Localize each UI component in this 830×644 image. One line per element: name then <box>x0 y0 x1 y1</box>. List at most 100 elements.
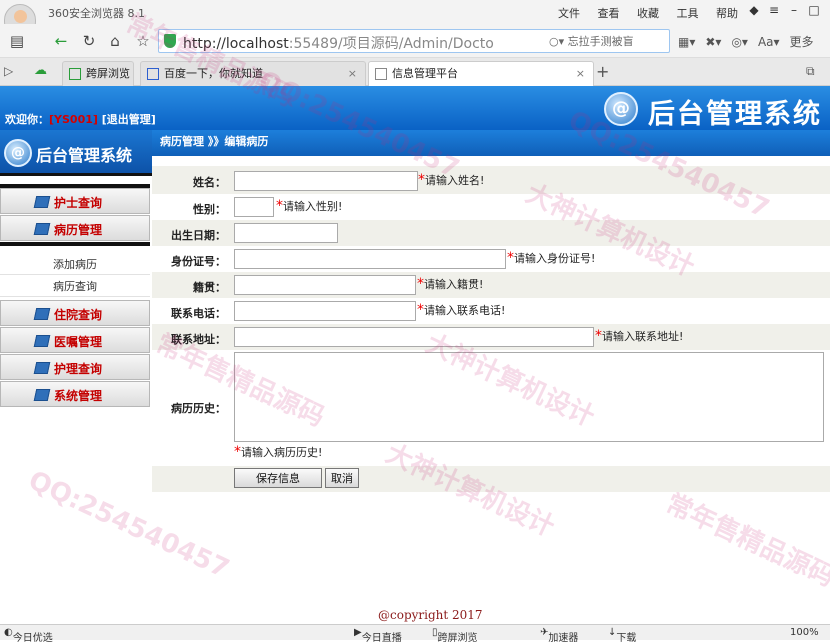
book-icon <box>33 362 51 374</box>
name-hint: *请输入姓名! <box>418 172 484 188</box>
username: [YS001] <box>49 113 98 126</box>
tab-cross-screen[interactable]: 跨屏浏览 <box>62 61 134 86</box>
sidebar-item-system[interactable]: 系统管理 <box>0 381 150 407</box>
restore-tab-icon[interactable]: ⧉ <box>806 64 815 79</box>
book-icon <box>33 335 51 347</box>
address-label: 联系地址： <box>171 333 226 346</box>
tab-baidu[interactable]: 百度一下，你就知道 × <box>140 61 366 86</box>
birth-input[interactable] <box>234 223 338 243</box>
menu-view[interactable]: 查看 <box>598 7 620 20</box>
phone-hint: *请输入联系电话! <box>417 302 505 318</box>
tab-bar: ▷ ☁ 跨屏浏览 百度一下，你就知道 × 信息管理平台 × + ⧉ <box>0 58 830 86</box>
menu-tools[interactable]: 工具 <box>677 7 699 20</box>
minimize-icon[interactable]: – <box>784 3 804 17</box>
tab-label: 百度一下，你就知道 <box>164 67 263 80</box>
address-hint: *请输入联系地址! <box>595 328 683 344</box>
sidebar-item-label: 系统管理 <box>54 389 103 403</box>
maximize-icon[interactable]: □ <box>804 3 824 17</box>
save-button[interactable]: 保存信息 <box>234 468 322 488</box>
logout-link[interactable]: [退出管理] <box>102 113 156 126</box>
refresh-icon[interactable]: ↻ <box>78 30 100 52</box>
search-hint[interactable]: ○▾ 忘拉手测被盲 <box>549 33 634 49</box>
name-label: 姓名： <box>193 176 226 189</box>
sidebar-sub-add-record[interactable]: 添加病历 <box>0 255 150 275</box>
book-icon <box>33 389 51 401</box>
birth-label: 出生日期： <box>171 229 226 242</box>
phone-input[interactable] <box>234 301 416 321</box>
sidebar: @ 后台管理系统 护士查询 病历管理 添加病历 病历查询 住院查询 医嘱管理 护… <box>0 130 152 610</box>
gender-hint-text: 请输入性别! <box>283 200 343 213</box>
name-hint-text: 请输入姓名! <box>425 174 485 187</box>
sidebar-logo-title: 后台管理系统 <box>36 146 133 165</box>
cancel-button[interactable]: 取消 <box>325 468 359 488</box>
system-logo-icon: @ <box>4 139 32 167</box>
star-icon[interactable]: ☆ <box>132 30 154 52</box>
sidebar-item-label: 医嘱管理 <box>54 335 103 349</box>
menu-favorites[interactable]: 收藏 <box>637 7 659 20</box>
breadcrumb: 病历管理 》》编辑病历 <box>152 130 830 156</box>
tab-label: 信息管理平台 <box>392 67 458 80</box>
adblock-icon[interactable]: ✖▾ <box>705 35 721 49</box>
status-live[interactable]: ▶ 今日直播 <box>354 627 402 644</box>
sidebar-item-records[interactable]: 病历管理 <box>0 215 150 241</box>
menu-expand-icon[interactable]: ▤ <box>6 30 28 52</box>
idcard-input[interactable] <box>234 249 506 269</box>
more-label[interactable]: 更多 <box>790 35 814 49</box>
sidebar-sub-record-query[interactable]: 病历查询 <box>0 277 150 297</box>
back-icon[interactable]: ← <box>50 30 72 52</box>
form-row-history: 病历历史： *请输入病历历史! <box>152 350 830 460</box>
phone-icon <box>69 68 81 80</box>
sidebar-item-nurse-query[interactable]: 护士查询 <box>0 188 150 214</box>
status-bar: ◐ 今日优选 ▶ 今日直播 ▯ 跨屏浏览 ✈ 加速器 ↓ 下载 100% <box>0 624 830 644</box>
history-label: 病历历史： <box>171 402 226 415</box>
sidebar-item-orders[interactable]: 医嘱管理 <box>0 327 150 353</box>
welcome-bar: 欢迎你：[YS001] [退出管理] <box>0 110 156 130</box>
hometown-hint-text: 请输入籍贯! <box>424 278 484 291</box>
skin-icon[interactable]: ◆ <box>744 3 764 17</box>
tab-info-platform[interactable]: 信息管理平台 × <box>368 61 594 86</box>
menu-icon[interactable]: ≡ <box>764 3 784 17</box>
cloud-icon[interactable]: ☁ <box>34 63 47 78</box>
book-icon <box>33 223 51 235</box>
sidebar-toggle-icon[interactable]: ▷ <box>4 64 13 78</box>
idcard-label: 身份证号： <box>171 255 226 268</box>
menu-file[interactable]: 文件 <box>558 7 580 20</box>
history-textarea[interactable] <box>234 352 824 442</box>
url-host: http://localhost <box>183 36 289 52</box>
hometown-input[interactable] <box>234 275 416 295</box>
hometown-label: 籍贯： <box>193 281 226 294</box>
translate-icon[interactable]: Aa▾ <box>758 35 780 49</box>
close-icon[interactable]: × <box>576 62 585 86</box>
home-icon[interactable]: ⌂ <box>104 30 126 52</box>
tab-label: 跨屏浏览 <box>86 67 130 80</box>
copyright: @copyright 2017 <box>378 608 483 622</box>
status-accelerator-text: 加速器 <box>548 633 579 644</box>
close-icon[interactable]: × <box>348 62 357 86</box>
sidebar-item-nursing-query[interactable]: 护理查询 <box>0 354 150 380</box>
address-hint-text: 请输入联系地址! <box>602 330 684 343</box>
status-left[interactable]: ◐ 今日优选 <box>4 627 53 644</box>
apps-icon[interactable]: ▦▾ <box>678 35 695 49</box>
form-row-gender: 性别： *请输入性别! <box>152 194 830 220</box>
status-accelerator[interactable]: ✈ 加速器 <box>540 627 578 644</box>
address-input[interactable] <box>234 327 594 347</box>
gender-label: 性别： <box>193 203 226 216</box>
gender-input[interactable] <box>234 197 274 217</box>
status-zoom[interactable]: 100% <box>790 627 819 638</box>
new-tab-icon[interactable]: + <box>596 62 609 81</box>
menu-help[interactable]: 帮助 <box>716 7 738 20</box>
url-field[interactable]: http://localhost:55489/项目源码/Admin/Docto … <box>158 29 670 53</box>
name-input[interactable] <box>234 171 418 191</box>
shield-icon[interactable]: ◎▾ <box>731 35 748 49</box>
hometown-hint: *请输入籍贯! <box>417 276 483 292</box>
sidebar-item-label: 护理查询 <box>54 362 103 376</box>
welcome-label: 欢迎你： <box>5 113 49 126</box>
sidebar-item-inpatient-query[interactable]: 住院查询 <box>0 300 150 326</box>
status-cross-screen[interactable]: ▯ 跨屏浏览 <box>432 627 478 644</box>
phone-hint-text: 请输入联系电话! <box>424 304 506 317</box>
baidu-paw-icon <box>147 68 159 80</box>
search-hint-text: 忘拉手测被盲 <box>567 35 634 48</box>
status-download[interactable]: ↓ 下载 <box>608 627 636 644</box>
form-row-phone: 联系电话： *请输入联系电话! <box>152 298 830 324</box>
required-star: * <box>234 444 241 460</box>
